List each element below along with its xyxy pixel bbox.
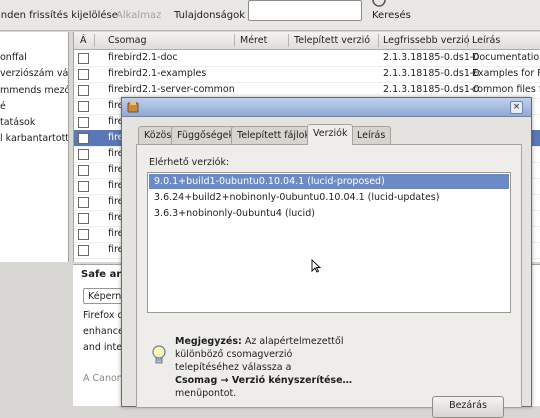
package-name: firebird2.1-doc: [108, 52, 178, 63]
sidebar-item[interactable]: é: [0, 98, 6, 115]
close-icon[interactable]: ×: [510, 101, 523, 114]
column-header-status[interactable]: Á: [80, 35, 87, 46]
column-header-size[interactable]: Méret: [240, 35, 267, 46]
info-footer: A Canoni: [83, 373, 126, 384]
row-checkbox[interactable]: [78, 53, 89, 64]
sidebar-item[interactable]: mmends mező: [0, 82, 68, 99]
column-divider[interactable]: [288, 34, 289, 47]
lightbulb-icon: [152, 345, 166, 364]
column-header-description[interactable]: Leírás: [472, 35, 500, 46]
latest-version: 2.1.3.18185-0.ds1-0: [383, 84, 480, 95]
text-cursor-icon: [311, 259, 321, 273]
reload-selected-button[interactable]: inden frissítés kijelölése: [0, 10, 118, 21]
sidebar-item[interactable]: l karbantartott (: [0, 130, 68, 147]
row-checkbox[interactable]: [78, 197, 89, 208]
row-checkbox[interactable]: [78, 181, 89, 192]
table-row[interactable]: firebird2.1-examples 2.1.3.18185-0.ds1-0 E…: [74, 66, 540, 83]
column-header-package[interactable]: Csomag: [108, 35, 147, 46]
row-checkbox[interactable]: [78, 245, 89, 256]
column-divider[interactable]: [94, 34, 95, 47]
tab-dependencies[interactable]: Függőségek: [171, 126, 241, 144]
latest-version: 2.1.3.18185-0.ds1-0: [383, 68, 480, 79]
available-versions-label: Elérhető verziók:: [149, 157, 230, 168]
versions-tab-panel: Elérhető verziók: 9.0.1+build1-0ubuntu0.…: [136, 144, 522, 408]
dialog-titlebar[interactable]: ×: [122, 98, 531, 117]
app-icon: [127, 102, 139, 113]
properties-button[interactable]: Tulajdonságok: [174, 10, 245, 21]
column-divider[interactable]: [234, 34, 235, 47]
column-header-installed[interactable]: Telepített verzió: [294, 35, 370, 46]
row-checkbox[interactable]: [78, 101, 89, 112]
column-divider[interactable]: [378, 34, 379, 47]
filter-sidebar: onffal verziószám vál mmends mező é tatá…: [0, 32, 69, 262]
row-checkbox[interactable]: [78, 133, 89, 144]
package-name: firebird2.1-server-common: [108, 84, 235, 95]
version-item[interactable]: 9.0.1+build1-0ubuntu0.10.04.1 (lucid-pro…: [149, 174, 509, 189]
apply-button[interactable]: Alkalmaz: [116, 10, 161, 21]
table-header: Á Csomag Méret Telepített verzió Legfris…: [74, 32, 540, 50]
table-row[interactable]: firebird2.1-doc 2.1.3.18185-0.ds1-0 Docume…: [74, 50, 540, 67]
tab-versions[interactable]: Verziók: [307, 124, 354, 145]
version-item[interactable]: 3.6.3+nobinonly-0ubuntu4 (lucid): [149, 206, 509, 221]
version-note: Megjegyzés: Az alapértelmezettől különbö…: [175, 335, 355, 400]
note-end: menüpontot.: [175, 388, 237, 399]
info-title: Safe an: [81, 269, 124, 280]
properties-dialog: × Közös Függőségek Telepített fájlok Ver…: [121, 97, 532, 418]
sidebar-item[interactable]: tatások: [0, 114, 35, 131]
search-button[interactable]: Keresés: [372, 10, 411, 21]
latest-version: 2.1.3.18185-0.ds1-0: [383, 52, 480, 63]
note-heading: Megjegyzés:: [175, 336, 242, 347]
search-icon[interactable]: [370, 0, 392, 8]
row-checkbox[interactable]: [78, 149, 89, 160]
versions-list[interactable]: 9.0.1+build1-0ubuntu0.10.04.1 (lucid-pro…: [147, 172, 511, 313]
column-header-latest[interactable]: Legfrissebb verzió: [383, 35, 470, 46]
version-item[interactable]: 3.6.24+build2+nobinonly-0ubuntu0.10.04.1…: [149, 190, 509, 205]
row-checkbox[interactable]: [78, 117, 89, 128]
row-checkbox[interactable]: [78, 69, 89, 80]
toolbar: inden frissítés kijelölése Alkalmaz Tula…: [0, 0, 540, 31]
package-description: common files fo: [472, 84, 540, 95]
row-checkbox[interactable]: [78, 213, 89, 224]
row-checkbox[interactable]: [78, 165, 89, 176]
sidebar-item[interactable]: verziószám vál: [0, 65, 68, 82]
tab-description[interactable]: Leírás: [351, 126, 392, 144]
package-description: Documentation: [472, 52, 540, 63]
column-divider[interactable]: [467, 34, 468, 47]
row-checkbox[interactable]: [78, 85, 89, 96]
note-menu-path: Csomag → Verzió kényszerítése…: [175, 375, 353, 386]
package-description: Examples for Fir: [472, 68, 540, 79]
sidebar-item[interactable]: onffal: [0, 49, 27, 66]
row-checkbox[interactable]: [78, 229, 89, 240]
package-name: firebird2.1-examples: [108, 68, 207, 79]
search-input[interactable]: [248, 0, 362, 21]
close-button[interactable]: Bezárás: [432, 396, 504, 418]
tab-installed-files[interactable]: Telepített fájlok: [231, 126, 316, 144]
sidebar-footer: [0, 264, 72, 405]
